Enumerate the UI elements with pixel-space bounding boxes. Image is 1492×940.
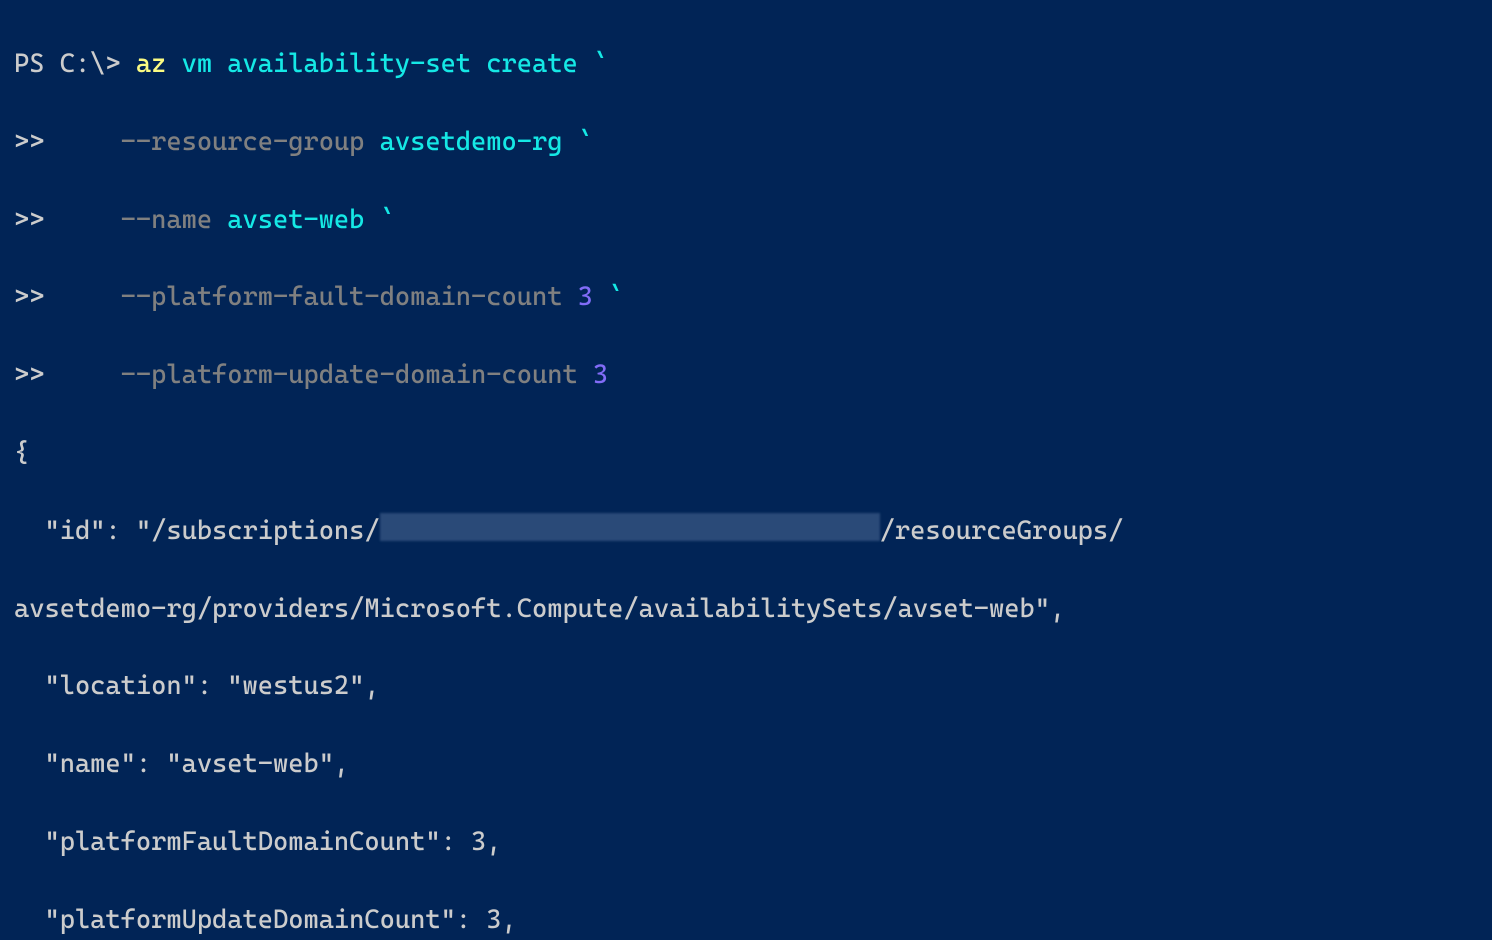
- command-line-5: >> --platform-update-domain-count 3: [14, 356, 1478, 395]
- arg-update-domain: 3: [593, 360, 608, 390]
- flag-fault-domain: --platform-fault-domain-count: [121, 282, 563, 312]
- command-line-1: PS C:\> az vm availability-set create `: [14, 45, 1478, 84]
- output-open-brace: {: [14, 434, 1478, 473]
- output-name: "name": "avset-web",: [14, 745, 1478, 784]
- command-line-2: >> --resource-group avsetdemo-rg `: [14, 123, 1478, 162]
- cmd-rest: vm availability-set create: [182, 49, 578, 79]
- cmd-az: az: [136, 49, 166, 79]
- backtick: `: [593, 49, 608, 79]
- output-id-key: "id": "/subscriptions/: [14, 516, 380, 546]
- ps-prompt: PS C:\>: [14, 49, 121, 79]
- command-line-3: >> --name avset-web `: [14, 201, 1478, 240]
- arg-name: avset-web: [227, 205, 364, 235]
- command-line-4: >> --platform-fault-domain-count 3 `: [14, 278, 1478, 317]
- backtick: `: [608, 282, 623, 312]
- continuation-prompt: >>: [14, 282, 44, 312]
- backtick: `: [380, 205, 395, 235]
- output-pudc: "platformUpdateDomainCount": 3,: [14, 901, 1478, 940]
- powershell-terminal[interactable]: PS C:\> az vm availability-set create ` …: [0, 0, 1492, 940]
- backtick: `: [578, 127, 593, 157]
- flag-update-domain: --platform-update-domain-count: [121, 360, 578, 390]
- arg-fault-domain: 3: [578, 282, 593, 312]
- output-id-line: "id": "/subscriptions/ /resourceGroups/: [14, 512, 1478, 551]
- output-pfdc: "platformFaultDomainCount": 3,: [14, 823, 1478, 862]
- output-location: "location": "westus2",: [14, 667, 1478, 706]
- arg-resource-group: avsetdemo-rg: [380, 127, 563, 157]
- continuation-prompt: >>: [14, 127, 44, 157]
- output-id-wrap: avsetdemo-rg/providers/Microsoft.Compute…: [14, 590, 1478, 629]
- continuation-prompt: >>: [14, 205, 44, 235]
- redacted-subscription-id: [380, 513, 880, 541]
- continuation-prompt: >>: [14, 360, 44, 390]
- flag-resource-group: --resource-group: [121, 127, 365, 157]
- flag-name: --name: [121, 205, 212, 235]
- output-id-tail: /resourceGroups/: [880, 516, 1124, 546]
